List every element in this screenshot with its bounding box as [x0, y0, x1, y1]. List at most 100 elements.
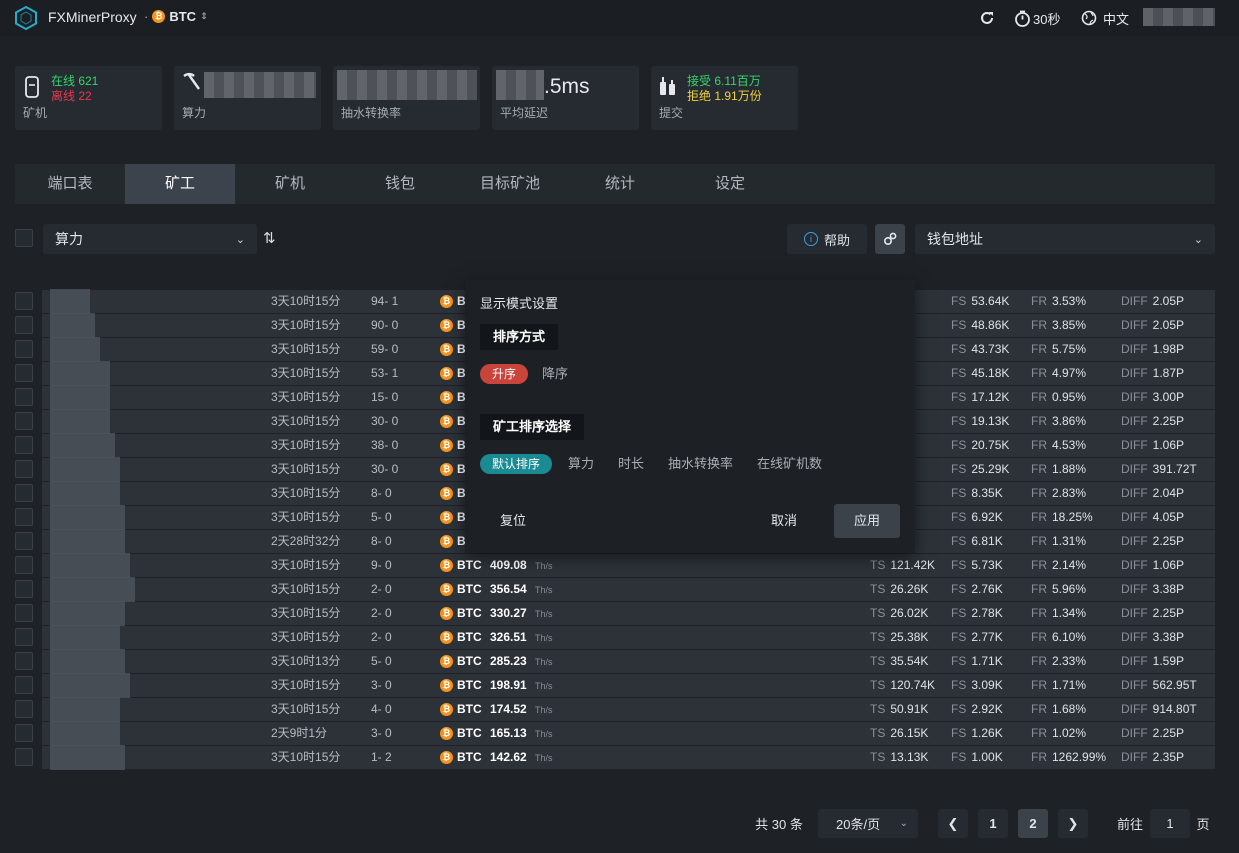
cancel-button[interactable]: 取消 [755, 504, 813, 538]
sort-option-default[interactable]: 默认排序 [480, 454, 553, 474]
fr-cell: FR 4.53% [1031, 438, 1087, 452]
sort-option-duration[interactable]: 时长 [618, 454, 644, 474]
top-bar: FXMinerProxy · ₿ BTC ⇕ 30秒 中文 [0, 0, 1239, 36]
row-checkbox[interactable] [15, 628, 33, 646]
btc-icon: ₿ [440, 511, 453, 524]
descending-option[interactable]: 降序 [542, 364, 568, 384]
table-row[interactable]: 3天10时15分 9- 0 ₿ BTC 409.08 Th/s TS 121.42K FS 5.7… [42, 553, 1215, 578]
row-checkbox[interactable] [15, 580, 33, 598]
sort-option-online-miners[interactable]: 在线矿机数 [757, 454, 822, 474]
sort-option-hashrate[interactable]: 算力 [568, 454, 594, 474]
page-button-1[interactable]: 1 [978, 809, 1008, 838]
goto-page-input[interactable]: 1 [1150, 809, 1190, 838]
fs-value: 8.35K [971, 486, 1003, 500]
coin-label: BTC [457, 678, 482, 692]
user-menu[interactable] [1143, 8, 1215, 26]
btc-icon: ₿ [440, 679, 453, 692]
row-checkbox[interactable] [15, 604, 33, 622]
chevron-right-icon: ❯ [1067, 815, 1079, 831]
table-row[interactable]: 3天10时15分 2- 0 ₿ BTC 356.54 Th/s TS 26.26K FS 2.76… [42, 577, 1215, 602]
tab-wallets[interactable]: 钱包 [345, 164, 455, 204]
fr-cell: FR 1262.99% [1031, 750, 1107, 764]
miner-count: 3- 0 [371, 678, 392, 692]
row-checkbox[interactable] [15, 364, 33, 382]
fr-value: 3.86% [1052, 414, 1087, 428]
row-checkbox[interactable] [15, 292, 33, 310]
row-checkbox[interactable] [15, 676, 33, 694]
fr-cell: FR 6.10% [1031, 630, 1087, 644]
row-checkbox[interactable] [15, 652, 33, 670]
help-button[interactable]: i 帮助 [787, 224, 867, 254]
miner-count: 5- 0 [371, 654, 392, 668]
row-checkbox[interactable] [15, 700, 33, 718]
worker-name [50, 361, 110, 386]
table-row[interactable]: 3天10时13分 5- 0 ₿ BTC 285.23 Th/s TS 35.54K FS 1.71… [42, 649, 1215, 674]
fs-cell: FS 2.77K [951, 630, 1003, 644]
miner-count: 8- 0 [371, 486, 392, 500]
miner-count: 15- 0 [371, 390, 399, 404]
row-checkbox[interactable] [15, 556, 33, 574]
fr-value: 2.14% [1052, 558, 1087, 572]
shares-label: 提交 [659, 106, 684, 120]
sort-option-fee-rate[interactable]: 抽水转换率 [668, 454, 733, 474]
row-checkbox[interactable] [15, 388, 33, 406]
fr-value: 1.02% [1052, 726, 1087, 740]
fs-value: 1.71K [971, 654, 1003, 668]
refresh-interval-label: 30秒 [1033, 11, 1061, 27]
select-all-checkbox[interactable] [15, 229, 33, 247]
fr-cell: FR 1.88% [1031, 462, 1087, 476]
language-selector[interactable]: 中文 [1081, 8, 1129, 28]
row-checkbox[interactable] [15, 460, 33, 478]
hashrate-unit: Th/s [535, 609, 553, 619]
tab-statistics[interactable]: 统计 [565, 164, 675, 204]
table-row[interactable]: 3天10时15分 1- 2 ₿ BTC 142.62 Th/s TS 13.13K FS 1.00… [42, 745, 1215, 770]
fr-cell: FR 2.33% [1031, 654, 1087, 668]
tab-ports[interactable]: 端口表 [15, 164, 125, 204]
tab-target-pools[interactable]: 目标矿池 [455, 164, 565, 204]
table-row[interactable]: 3天10时15分 2- 0 ₿ BTC 326.51 Th/s TS 25.38K FS 2.77… [42, 625, 1215, 650]
hashrate-value [204, 72, 316, 98]
hashrate-card: 算力 [174, 66, 321, 130]
row-checkbox[interactable] [15, 436, 33, 454]
ascending-option[interactable]: 升序 [480, 364, 529, 384]
diff-value: 2.05P [1152, 318, 1185, 332]
wallet-address-select[interactable]: 钱包地址 ⌄ [915, 224, 1215, 254]
next-page-button[interactable]: ❯ [1058, 809, 1088, 838]
hashrate-value: 174.52 [490, 702, 527, 716]
table-row[interactable]: 2天9时1分 3- 0 ₿ BTC 165.13 Th/s TS 26.15K FS 1.26K F… [42, 721, 1215, 746]
page-size-select[interactable]: 20条/页 ⌄ [818, 809, 918, 838]
refresh-button[interactable] [978, 8, 996, 28]
row-checkbox[interactable] [15, 484, 33, 502]
btc-icon: ₿ [440, 295, 453, 308]
apply-button[interactable]: 应用 [834, 504, 900, 538]
coin-selector[interactable]: · ₿ BTC ⇕ [144, 9, 208, 24]
sort-direction-icon[interactable]: ⇅ [263, 229, 276, 247]
tab-workers[interactable]: 矿工 [125, 164, 235, 204]
fs-value: 48.86K [971, 318, 1010, 332]
row-checkbox[interactable] [15, 532, 33, 550]
sort-field-select[interactable]: 算力 ⌄ [43, 224, 257, 254]
fs-cell: FS 43.73K [951, 342, 1010, 356]
table-row[interactable]: 3天10时15分 2- 0 ₿ BTC 330.27 Th/s TS 26.02K FS 2.78… [42, 601, 1215, 626]
page-button-2[interactable]: 2 [1018, 809, 1048, 838]
row-checkbox[interactable] [15, 316, 33, 334]
row-checkbox[interactable] [15, 748, 33, 766]
display-settings-button[interactable] [875, 224, 905, 254]
tab-miners[interactable]: 矿机 [235, 164, 345, 204]
table-row[interactable]: 3天10时15分 4- 0 ₿ BTC 174.52 Th/s TS 50.91K FS 2.92… [42, 697, 1215, 722]
hashrate-unit: Th/s [535, 753, 553, 763]
diff-value: 2.25P [1152, 534, 1185, 548]
table-row[interactable]: 3天10时15分 3- 0 ₿ BTC 198.91 Th/s TS 120.74K FS 3.0… [42, 673, 1215, 698]
row-checkbox[interactable] [15, 724, 33, 742]
fr-cell: FR 1.34% [1031, 606, 1087, 620]
tab-settings[interactable]: 设定 [675, 164, 785, 204]
row-checkbox[interactable] [15, 412, 33, 430]
row-checkbox[interactable] [15, 340, 33, 358]
reset-button[interactable]: 复位 [485, 504, 541, 538]
row-checkbox[interactable] [15, 508, 33, 526]
fr-cell: FR 3.85% [1031, 318, 1087, 332]
prev-page-button[interactable]: ❮ [938, 809, 968, 838]
refresh-interval-selector[interactable]: 30秒 [1014, 8, 1060, 28]
fr-value: 1.68% [1052, 702, 1087, 716]
btc-icon: ₿ [440, 751, 453, 764]
